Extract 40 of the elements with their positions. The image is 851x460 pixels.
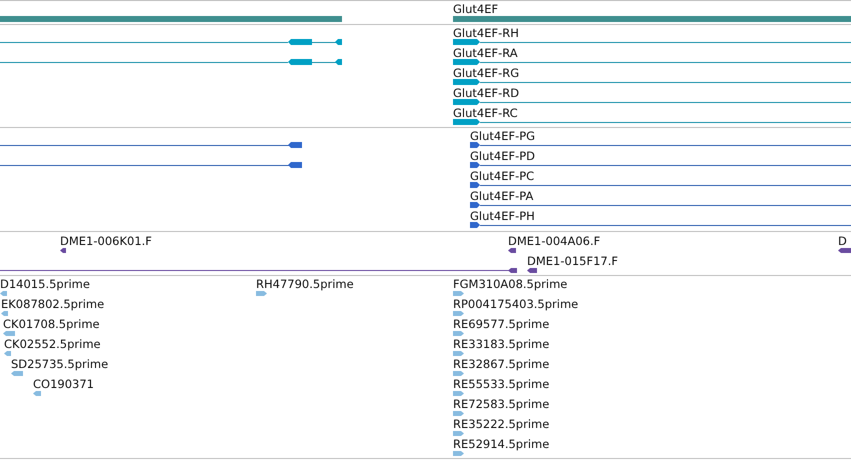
exon-block-icon: [335, 59, 342, 65]
exon-block-icon: [288, 39, 312, 45]
feature-label[interactable]: RE72583.5prime: [453, 398, 550, 410]
feature-label[interactable]: RE32867.5prime: [453, 358, 550, 370]
feature-label[interactable]: D14015.5prime: [0, 278, 90, 290]
feature-label[interactable]: DME1-015F17.F: [527, 255, 618, 267]
feature-label[interactable]: Glut4EF: [453, 3, 498, 15]
feature-label[interactable]: Glut4EF-PG: [470, 130, 536, 142]
feature-label[interactable]: DME1-006K01.F: [60, 235, 152, 247]
feature-label[interactable]: Glut4EF-PH: [470, 210, 535, 222]
exon-block-icon: [288, 59, 312, 65]
exon-block-icon: [335, 39, 342, 45]
feature-label[interactable]: RP004175403.5prime: [453, 298, 578, 310]
exon-block-icon: [288, 142, 302, 148]
feature-label[interactable]: SD25735.5prime: [11, 358, 108, 370]
feature-label[interactable]: Glut4EF-RC: [453, 107, 518, 119]
feature-label[interactable]: RH47790.5prime: [256, 278, 354, 290]
feature-label[interactable]: CO190371: [33, 378, 94, 390]
feature-label[interactable]: Glut4EF-RD: [453, 87, 520, 99]
feature-label[interactable]: EK087802.5prime: [1, 298, 104, 310]
feature-label[interactable]: Glut4EF-RH: [453, 27, 519, 39]
feature-label[interactable]: Glut4EF-RG: [453, 67, 520, 79]
intron-line: [312, 42, 336, 43]
feature-label[interactable]: Glut4EF-PD: [470, 150, 536, 162]
feature-label[interactable]: CK01708.5prime: [3, 318, 100, 330]
feature-label[interactable]: Glut4EF-PC: [470, 170, 534, 182]
feature-label[interactable]: D: [838, 235, 847, 247]
feature-label[interactable]: Glut4EF-RA: [453, 47, 518, 59]
feature-label[interactable]: RE55533.5prime: [453, 378, 550, 390]
feature-label[interactable]: RE52914.5prime: [453, 438, 550, 450]
intron-line: [312, 62, 336, 63]
feature-label[interactable]: DME1-004A06.F: [508, 235, 600, 247]
feature-label[interactable]: Glut4EF-PA: [470, 190, 534, 202]
feature-label[interactable]: CK02552.5prime: [4, 338, 101, 350]
feature-label[interactable]: RE35222.5prime: [453, 418, 550, 430]
feature-label[interactable]: FGM310A08.5prime: [453, 278, 568, 290]
exon-block-icon: [288, 162, 302, 168]
clone-end-icon: [508, 268, 517, 273]
feature-label[interactable]: RE69577.5prime: [453, 318, 550, 330]
feature-label[interactable]: RE33183.5prime: [453, 338, 550, 350]
